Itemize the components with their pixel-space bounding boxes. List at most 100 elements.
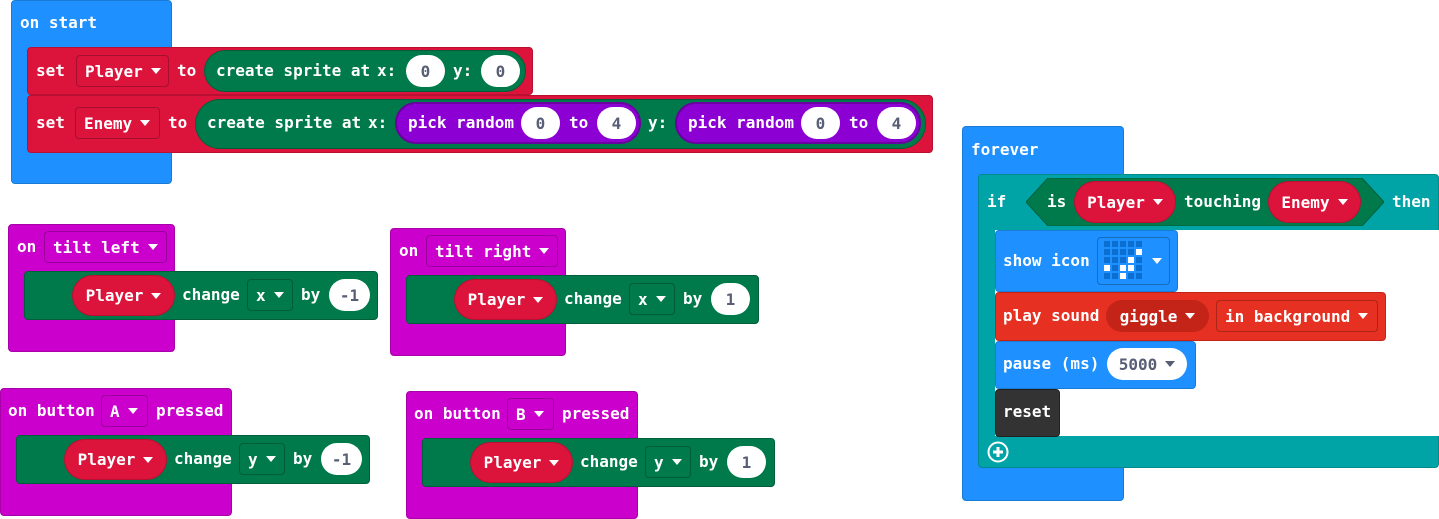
create-sprite-label: create sprite at bbox=[207, 113, 362, 132]
random-y-max-input[interactable]: 4 bbox=[877, 107, 916, 139]
axis-value: x bbox=[256, 285, 266, 305]
by-label: by bbox=[699, 452, 719, 471]
player-x-input[interactable]: 0 bbox=[406, 55, 445, 87]
chevron-down-icon bbox=[147, 244, 158, 250]
show-icon-label: show icon bbox=[1003, 251, 1090, 270]
axis-dropdown[interactable]: x bbox=[247, 279, 293, 311]
reset-label: reset bbox=[1003, 402, 1052, 421]
button-value: A bbox=[110, 401, 120, 421]
change-label: change bbox=[182, 285, 240, 304]
pick-random-label: pick random bbox=[688, 113, 794, 132]
sound-dropdown[interactable]: giggle bbox=[1106, 300, 1209, 332]
change-value-input[interactable]: 1 bbox=[727, 446, 766, 478]
on-button-label: on button bbox=[8, 401, 95, 420]
chevron-down-icon bbox=[1185, 313, 1196, 319]
by-label: by bbox=[683, 289, 703, 308]
sprite-b-name: Enemy bbox=[1281, 192, 1330, 212]
change-label: change bbox=[564, 289, 622, 308]
enemy-variable-dropdown[interactable]: Enemy bbox=[75, 107, 160, 139]
chevron-down-icon bbox=[140, 120, 151, 126]
sprite-variable-name: Player bbox=[77, 450, 136, 469]
gesture-value: tilt right bbox=[435, 241, 532, 261]
chevron-down-icon bbox=[1152, 258, 1162, 264]
pause-duration-value: 5000 bbox=[1118, 354, 1158, 374]
sprite-variable-name: Player bbox=[483, 453, 542, 472]
y-label: y: bbox=[648, 113, 668, 132]
on-label: on bbox=[17, 237, 37, 256]
axis-dropdown[interactable]: y bbox=[645, 446, 691, 478]
by-label: by bbox=[301, 285, 321, 304]
random-x-max-input[interactable]: 4 bbox=[597, 107, 636, 139]
player-variable-dropdown[interactable]: Player bbox=[76, 55, 169, 87]
pressed-label: pressed bbox=[156, 401, 224, 420]
sound-mode-dropdown[interactable]: in background bbox=[1216, 300, 1378, 332]
led-icon-preview bbox=[1104, 241, 1142, 279]
sprite-variable-reporter[interactable]: Player bbox=[454, 279, 557, 320]
player-y-input[interactable]: 0 bbox=[481, 55, 520, 87]
play-sound-label: play sound bbox=[1003, 306, 1100, 325]
axis-value: y bbox=[654, 452, 664, 472]
gesture-dropdown[interactable]: tilt right bbox=[426, 235, 558, 267]
axis-dropdown[interactable]: y bbox=[239, 443, 285, 475]
change-label: change bbox=[580, 452, 638, 471]
button-dropdown[interactable]: A bbox=[101, 395, 148, 427]
create-sprite-label: create sprite at bbox=[216, 61, 371, 80]
random-to-label: to bbox=[569, 113, 589, 132]
player-variable-name: Player bbox=[85, 61, 143, 81]
forever-label: forever bbox=[971, 140, 1039, 159]
chevron-down-icon bbox=[127, 408, 138, 414]
on-label: on bbox=[399, 241, 419, 260]
sprite-variable-reporter[interactable]: Player bbox=[72, 275, 175, 316]
chevron-down-icon bbox=[1152, 199, 1163, 205]
x-label: x: bbox=[368, 113, 388, 132]
chevron-down-icon bbox=[143, 456, 154, 463]
set-label: set bbox=[36, 113, 65, 132]
button-value: B bbox=[516, 404, 526, 424]
chevron-down-icon bbox=[533, 411, 544, 417]
chevron-down-icon bbox=[265, 456, 276, 462]
enemy-variable-name: Enemy bbox=[84, 113, 133, 133]
on-start-label: on start bbox=[20, 13, 98, 32]
sprite-variable-name: Player bbox=[85, 286, 144, 305]
chevron-down-icon bbox=[539, 248, 550, 254]
sprite-variable-reporter[interactable]: Player bbox=[64, 439, 167, 480]
random-y-min-input[interactable]: 0 bbox=[801, 107, 840, 139]
icon-dropdown[interactable] bbox=[1097, 237, 1170, 285]
change-label: change bbox=[174, 449, 232, 468]
random-x-min-input[interactable]: 0 bbox=[521, 107, 560, 139]
pressed-label: pressed bbox=[562, 404, 630, 423]
pause-label: pause (ms) bbox=[1003, 354, 1100, 373]
sound-mode-value: in background bbox=[1225, 306, 1351, 326]
chevron-down-icon bbox=[655, 296, 666, 302]
chevron-down-icon bbox=[1165, 361, 1176, 367]
on-button-label: on button bbox=[414, 404, 501, 423]
y-label: y: bbox=[453, 61, 473, 80]
sprite-b-reporter[interactable]: Enemy bbox=[1268, 181, 1361, 223]
plus-circle-icon[interactable] bbox=[987, 441, 1009, 463]
gesture-value: tilt left bbox=[53, 237, 140, 257]
chevron-down-icon bbox=[1337, 199, 1348, 205]
set-label: set bbox=[36, 61, 65, 80]
axis-value: y bbox=[248, 449, 258, 469]
is-label: is bbox=[1047, 192, 1067, 211]
to-label: to bbox=[168, 113, 188, 132]
gesture-dropdown[interactable]: tilt left bbox=[44, 231, 167, 263]
then-label: then bbox=[1392, 192, 1431, 211]
chevron-down-icon bbox=[151, 292, 162, 299]
change-value-input[interactable]: -1 bbox=[321, 443, 362, 475]
axis-dropdown[interactable]: x bbox=[629, 283, 675, 315]
change-value-input[interactable]: 1 bbox=[711, 283, 750, 315]
change-value-input[interactable]: -1 bbox=[329, 279, 370, 311]
by-label: by bbox=[293, 449, 313, 468]
pause-duration-input[interactable]: 5000 bbox=[1107, 348, 1187, 380]
chevron-down-icon bbox=[1358, 313, 1369, 319]
sprite-variable-name: Player bbox=[467, 290, 526, 309]
chevron-down-icon bbox=[671, 459, 682, 465]
sprite-variable-reporter[interactable]: Player bbox=[470, 442, 573, 483]
axis-value: x bbox=[638, 289, 648, 309]
chevron-down-icon bbox=[549, 459, 560, 466]
touching-label: touching bbox=[1184, 192, 1262, 211]
sound-value: giggle bbox=[1119, 306, 1178, 326]
button-dropdown[interactable]: B bbox=[507, 398, 554, 430]
sprite-a-reporter[interactable]: Player bbox=[1074, 181, 1176, 223]
